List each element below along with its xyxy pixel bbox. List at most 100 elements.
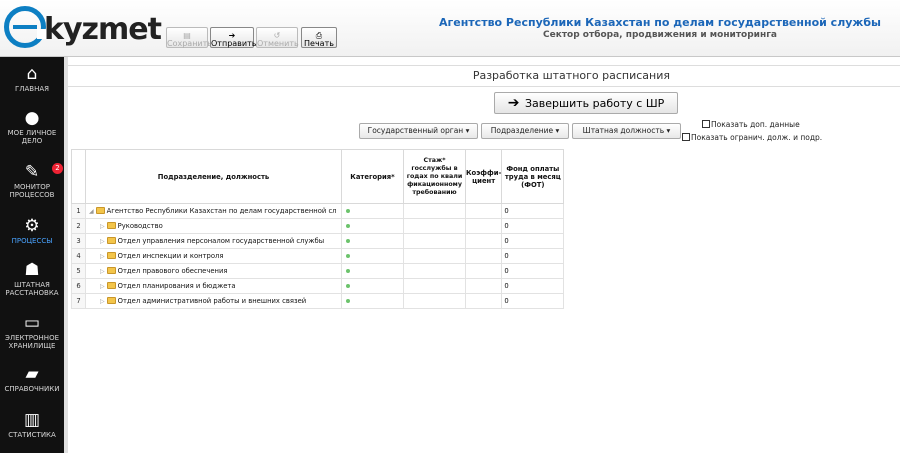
expand-icon[interactable]: ▷ (100, 268, 105, 275)
col-header-fot[interactable]: Фонд оплаты труда в месяц (ФОТ) (501, 149, 565, 204)
gov-body-filter-label: Государственный орган (367, 126, 464, 135)
sidebar-item-staffing[interactable]: ☗ ШТАТНАЯ РАССТАНОВКА (0, 259, 64, 297)
checkbox-box[interactable] (682, 133, 690, 141)
row-name-cell[interactable]: ▷ Отдел административной работы и внешних… (85, 293, 342, 309)
division-filter[interactable]: Подразделение ▾ (481, 123, 569, 139)
finish-work-button[interactable]: ➔ Завершить работу с ШР (494, 92, 678, 114)
sidebar-item-label: СПРАВОЧНИКИ (4, 385, 60, 393)
agency-subtitle: Сектор отбора, продвижения и мониторинга (543, 30, 777, 40)
expand-icon[interactable]: ▷ (100, 253, 105, 260)
sidebar-item-statistics[interactable]: ▥ СТАТИСТИКА (0, 409, 64, 439)
user-icon: ● (24, 108, 40, 128)
expand-icon[interactable]: ▷ (100, 283, 105, 290)
table-row[interactable]: 1 ◢ Агентство Республики Казахстан по дел… (71, 203, 565, 219)
col-header-coef[interactable]: Коэффи- циент (464, 149, 503, 204)
fot-cell: 0 (501, 203, 565, 219)
folder-icon (106, 281, 116, 289)
agency-title: Агентство Республики Казахстан по делам … (438, 16, 881, 29)
print-button-label: Печать (304, 39, 334, 48)
coef-cell[interactable] (464, 218, 503, 234)
table-row[interactable]: 5 ▷ Отдел правового обеспечения 0 (71, 263, 565, 279)
checkbox-box[interactable] (702, 120, 710, 128)
sidebar-item-label: ЭЛЕКТРОННОЕ ХРАНИЛИЩЕ (4, 334, 59, 350)
folder-icon (106, 236, 116, 244)
row-name-cell[interactable]: ▷ Руководство (85, 218, 342, 234)
table-row[interactable]: 2 ▷ Руководство 0 (71, 218, 565, 234)
expand-icon[interactable]: ▷ (100, 238, 105, 245)
table-row[interactable]: 6 ▷ Отдел планирования и бюджета 0 (71, 278, 565, 294)
position-filter[interactable]: Штатная должность ▾ (572, 123, 681, 139)
category-cell[interactable] (341, 293, 404, 309)
chevron-down-icon: ▾ (465, 126, 470, 135)
table-row[interactable]: 4 ▷ Отдел инспекции и контроля 0 (71, 248, 565, 264)
table-header-row: Подразделение, должность Категория* Стаж… (71, 149, 565, 204)
status-dot-icon (346, 208, 350, 213)
gov-body-filter[interactable]: Государственный орган ▾ (359, 123, 478, 139)
table-row[interactable]: 7 ▷ Отдел административной работы и внешн… (71, 293, 565, 309)
sidebar-item-e-storage[interactable]: ▭ ЭЛЕКТРОННОЕ ХРАНИЛИЩЕ (0, 312, 64, 350)
category-cell[interactable] (341, 233, 404, 249)
folder-icon (106, 221, 116, 229)
table-row[interactable]: 3 ▷ Отдел управления персоналом государст… (71, 233, 565, 249)
show-restricted-checkbox[interactable]: Показать огранич. долж. и подр. (682, 133, 822, 142)
status-dot-icon (346, 253, 350, 258)
row-number: 1 (71, 203, 86, 219)
row-number: 4 (71, 248, 86, 264)
experience-cell[interactable] (403, 263, 466, 279)
sidebar-item-processes[interactable]: ⚙ ПРОЦЕССЫ (0, 215, 64, 245)
coef-cell[interactable] (464, 203, 503, 219)
coef-cell[interactable] (464, 233, 503, 249)
category-cell[interactable] (341, 248, 404, 264)
experience-cell[interactable] (403, 218, 466, 234)
print-button[interactable]: ⎙ Печать (301, 27, 337, 48)
row-name-cell[interactable]: ▷ Отдел планирования и бюджета (85, 278, 342, 294)
kyzmet-logo[interactable]: kyzmet (4, 6, 162, 52)
coef-cell[interactable] (464, 248, 503, 264)
coef-cell[interactable] (464, 263, 503, 279)
chevron-down-icon: ▾ (555, 126, 560, 135)
expand-icon[interactable]: ▷ (100, 223, 105, 230)
row-number: 7 (71, 293, 86, 309)
experience-cell[interactable] (403, 233, 466, 249)
coef-cell[interactable] (464, 293, 503, 309)
sidebar-item-references[interactable]: ▰ СПРАВОЧНИКИ (0, 363, 64, 393)
row-name-cell[interactable]: ▷ Отдел правового обеспечения (85, 263, 342, 279)
send-button[interactable]: ➔ Отправить (210, 27, 256, 48)
show-extra-data-checkbox[interactable]: Показать доп. данные (702, 120, 800, 129)
col-header-experience[interactable]: Стаж* госслужбы в годах по квали фикацио… (403, 149, 466, 204)
sidebar-item-home[interactable]: ⌂ ГЛАВНАЯ (0, 63, 64, 93)
coef-cell[interactable] (464, 278, 503, 294)
finish-work-label: Завершить работу с ШР (525, 97, 665, 110)
fot-cell: 0 (501, 263, 565, 279)
experience-cell[interactable] (403, 203, 466, 219)
save-button[interactable]: ▤ Сохранить (166, 27, 212, 48)
sidebar-item-label: ПРОЦЕССЫ (11, 237, 53, 245)
row-name-cell[interactable]: ◢ Агентство Республики Казахстан по делам… (85, 203, 342, 219)
checkbox-label: Показать доп. данные (711, 120, 800, 129)
category-cell[interactable] (341, 218, 404, 234)
experience-cell[interactable] (403, 248, 466, 264)
status-dot-icon (346, 223, 350, 228)
sidebar-item-label: СТАТИСТИКА (8, 431, 56, 439)
position-filter-label: Штатная должность (582, 126, 665, 135)
row-name: Отдел планирования и бюджета (117, 281, 236, 290)
category-cell[interactable] (341, 203, 404, 219)
inbox-icon: ▭ (23, 313, 41, 333)
experience-cell[interactable] (403, 293, 466, 309)
sidebar-item-personal-file[interactable]: ● МОЕ ЛИЧНОЕ ДЕЛО (0, 107, 64, 145)
logo-word: kyzmet (44, 12, 162, 47)
row-number: 6 (71, 278, 86, 294)
category-cell[interactable] (341, 278, 404, 294)
collapse-icon[interactable]: ◢ (89, 208, 94, 215)
col-header-rownum (71, 149, 86, 204)
category-cell[interactable] (341, 263, 404, 279)
col-header-category[interactable]: Категория* (341, 149, 404, 204)
expand-icon[interactable]: ▷ (100, 298, 105, 305)
col-header-name[interactable]: Подразделение, должность (85, 149, 342, 204)
row-name-cell[interactable]: ▷ Отдел управления персоналом государстве… (85, 233, 342, 249)
experience-cell[interactable] (403, 278, 466, 294)
cancel-button[interactable]: ↺ Отменить (256, 27, 299, 48)
staffing-table: Подразделение, должность Категория* Стаж… (71, 149, 565, 309)
sidebar-item-process-monitor[interactable]: ✎ 2 МОНИТОР ПРОЦЕССОВ (0, 161, 64, 199)
row-name-cell[interactable]: ▷ Отдел инспекции и контроля (85, 248, 342, 264)
